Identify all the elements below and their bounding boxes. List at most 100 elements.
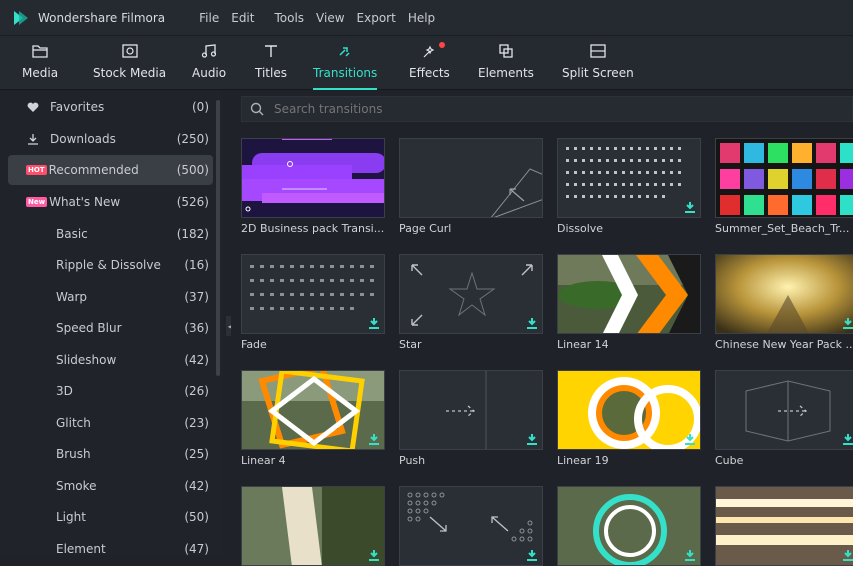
cube-icon bbox=[745, 380, 831, 442]
new-badge: New bbox=[26, 197, 48, 207]
thumbnail-image bbox=[716, 487, 853, 565]
sidebar-item-3d[interactable]: 3D (26) bbox=[8, 376, 213, 406]
sidebar-item-element[interactable]: Element (47) bbox=[8, 534, 213, 564]
download-icon[interactable] bbox=[526, 433, 538, 445]
sidebar-item-count: (500) bbox=[176, 163, 209, 177]
download-icon[interactable] bbox=[368, 317, 380, 329]
sidebar-item-count: (47) bbox=[184, 542, 209, 556]
push-arrow-icon bbox=[446, 371, 487, 449]
download-icon[interactable] bbox=[526, 317, 538, 329]
sidebar-item-label: Basic bbox=[56, 227, 88, 241]
sidebar-item-count: (36) bbox=[184, 321, 209, 335]
download-icon[interactable] bbox=[684, 549, 696, 561]
sidebar-item-speed-blur[interactable]: Speed Blur (36) bbox=[8, 313, 213, 343]
transition-thumbnail-ring[interactable] bbox=[557, 486, 701, 566]
sidebar-item-basic[interactable]: Basic (182) bbox=[8, 219, 213, 249]
sidebar-item-brush[interactable]: Brush (25) bbox=[8, 439, 213, 469]
tile-label: Chinese New Year Pack ... bbox=[715, 338, 853, 351]
menu-edit[interactable]: Edit bbox=[231, 11, 254, 25]
tab-elements[interactable]: Elements bbox=[478, 40, 534, 90]
tab-transitions[interactable]: Transitions bbox=[313, 40, 378, 90]
menu-export[interactable]: Export bbox=[357, 11, 396, 25]
tile-label: Dissolve bbox=[557, 222, 604, 235]
download-icon[interactable] bbox=[842, 549, 853, 561]
transition-thumbnail-dissolve[interactable] bbox=[557, 138, 701, 218]
tab-media-label: Media bbox=[22, 66, 59, 80]
tab-split-screen-label: Split Screen bbox=[562, 66, 634, 80]
tile-label: Push bbox=[399, 454, 426, 467]
tile-label: Cube bbox=[715, 454, 744, 467]
menu-file[interactable]: File bbox=[199, 11, 219, 25]
sidebar-item-count: (37) bbox=[184, 290, 209, 304]
page-curl-icon bbox=[490, 168, 542, 217]
sidebar-item-label: Downloads bbox=[50, 132, 116, 146]
transition-thumbnail-streak[interactable] bbox=[715, 486, 853, 566]
stock-media-icon bbox=[121, 44, 138, 58]
download-icon[interactable] bbox=[368, 433, 380, 445]
sidebar-item-recommended[interactable]: HOT Recommended (500) bbox=[8, 155, 213, 185]
sidebar-item-downloads[interactable]: Downloads (250) bbox=[8, 124, 213, 154]
transition-thumbnail-star[interactable] bbox=[399, 254, 543, 334]
tile-label: 2D Business pack Transi... bbox=[241, 222, 385, 235]
sidebar-item-smoke[interactable]: Smoke (42) bbox=[8, 471, 213, 501]
menu-help[interactable]: Help bbox=[408, 11, 435, 25]
sidebar-scrollbar[interactable] bbox=[216, 100, 220, 376]
tab-titles-label: Titles bbox=[255, 66, 287, 80]
transition-thumbnail-summer-set[interactable] bbox=[715, 138, 853, 218]
app-title: Wondershare Filmora bbox=[38, 10, 166, 25]
download-icon[interactable] bbox=[526, 549, 538, 561]
tile-label: Linear 19 bbox=[557, 454, 609, 467]
sidebar-item-slideshow[interactable]: Slideshow (42) bbox=[8, 345, 213, 375]
sidebar-item-label: Slideshow bbox=[56, 353, 117, 367]
sidebar-item-label: What's New bbox=[49, 195, 121, 209]
sidebar-item-glitch[interactable]: Glitch (23) bbox=[8, 408, 213, 438]
sidebar-item-light[interactable]: Light (50) bbox=[8, 502, 213, 532]
transition-thumbnail-page-curl-2[interactable] bbox=[241, 486, 385, 566]
tab-stock-media-label: Stock Media bbox=[93, 66, 167, 80]
tab-audio[interactable]: Audio bbox=[192, 40, 226, 90]
transitions-icon bbox=[339, 47, 350, 57]
transition-thumbnail-page-curl[interactable] bbox=[399, 138, 543, 218]
thumbnail-image bbox=[242, 487, 384, 565]
sidebar-item-label: Brush bbox=[56, 447, 91, 461]
transition-thumbnail-fade[interactable] bbox=[241, 254, 385, 334]
elements-icon bbox=[499, 44, 513, 58]
hot-badge: HOT bbox=[26, 165, 47, 175]
transition-thumbnail-linear-14[interactable] bbox=[557, 254, 701, 334]
transition-thumbnail-push[interactable] bbox=[399, 370, 543, 450]
sidebar-item-count: (42) bbox=[184, 479, 209, 493]
star-icon bbox=[411, 264, 533, 326]
split-screen-icon bbox=[590, 44, 606, 58]
transition-thumbnail-cube[interactable] bbox=[715, 370, 853, 450]
music-note-icon bbox=[201, 44, 217, 58]
thumbnail-image bbox=[558, 255, 700, 333]
sidebar-item-count: (0) bbox=[192, 100, 209, 114]
tile-label: Summer_Set_Beach_Tr... bbox=[715, 222, 850, 235]
sidebar-item-label: Favorites bbox=[50, 100, 105, 114]
download-icon[interactable] bbox=[368, 549, 380, 561]
download-icon bbox=[28, 134, 38, 145]
sidebar-item-favorites[interactable]: Favorites (0) bbox=[8, 92, 213, 122]
sidebar-item-warp[interactable]: Warp (37) bbox=[8, 282, 213, 312]
download-icon[interactable] bbox=[684, 201, 696, 213]
transition-thumbnail-dots[interactable] bbox=[399, 486, 543, 566]
tab-split-screen[interactable]: Split Screen bbox=[562, 40, 634, 90]
menu-view[interactable]: View bbox=[316, 11, 344, 25]
transition-thumbnail-linear-19[interactable] bbox=[557, 370, 701, 450]
sidebar-item-ripple-dissolve[interactable]: Ripple & Dissolve (16) bbox=[8, 250, 213, 280]
tab-titles[interactable]: Titles bbox=[255, 40, 287, 90]
transition-thumbnail-linear-4[interactable] bbox=[241, 370, 385, 450]
tab-media[interactable]: Media bbox=[22, 40, 58, 90]
tab-stock-media[interactable]: Stock Media bbox=[93, 40, 166, 90]
download-icon[interactable] bbox=[842, 317, 853, 329]
transition-thumbnail-chinese-new-year[interactable] bbox=[715, 254, 853, 334]
sidebar-item-whats-new[interactable]: New What's New (526) bbox=[8, 187, 213, 217]
tab-transitions-label: Transitions bbox=[313, 66, 378, 80]
download-icon[interactable] bbox=[842, 433, 853, 445]
sidebar-item-count: (250) bbox=[176, 132, 209, 146]
search-input[interactable] bbox=[272, 101, 672, 117]
download-icon[interactable] bbox=[684, 433, 696, 445]
menu-tools[interactable]: Tools bbox=[274, 11, 304, 25]
transition-thumbnail-2d-business[interactable] bbox=[241, 138, 385, 218]
tab-effects[interactable]: Effects bbox=[409, 40, 450, 90]
